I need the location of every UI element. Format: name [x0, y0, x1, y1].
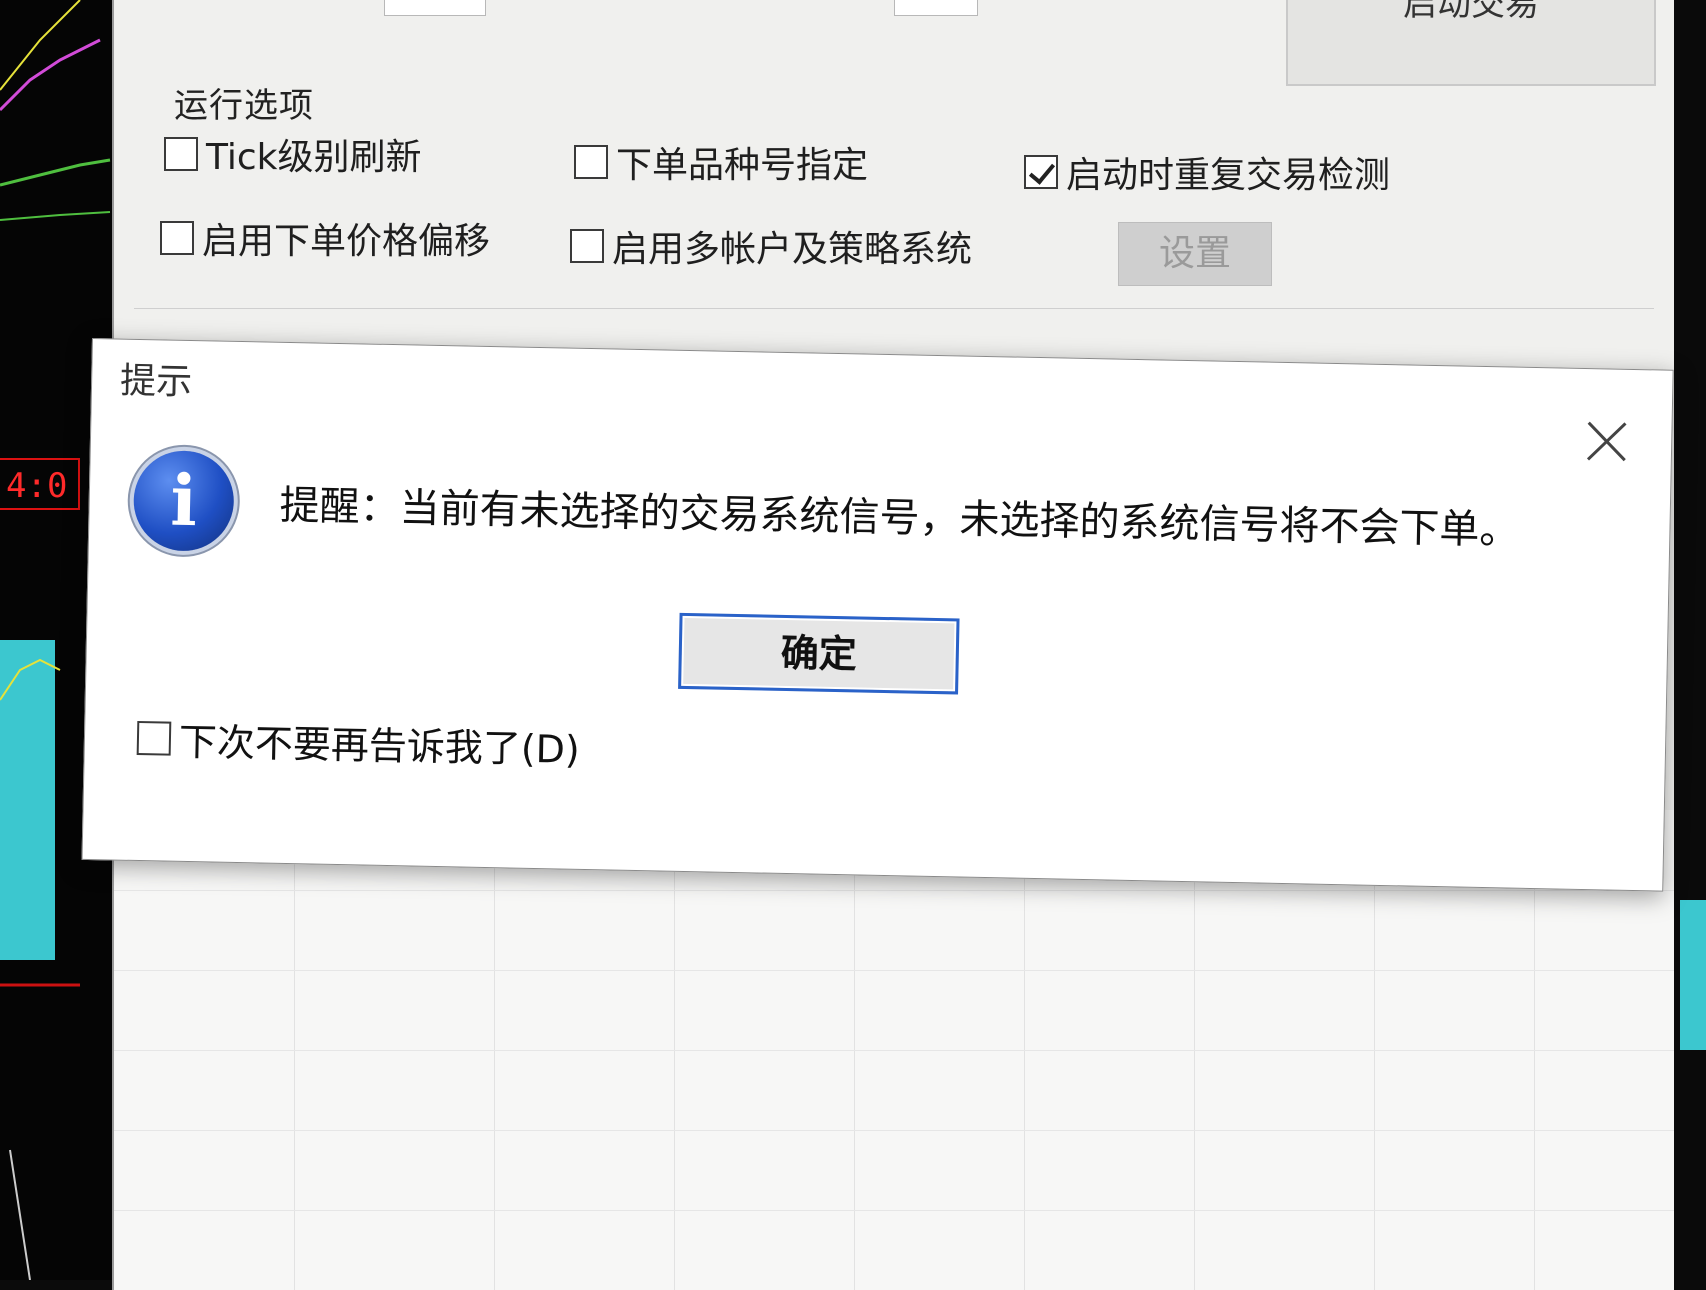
dont-tell-again-label: 下次不要再告诉我了(D) — [178, 719, 581, 772]
option-tick-refresh[interactable]: Tick级别刷新 — [164, 128, 422, 180]
checkbox[interactable] — [164, 137, 198, 171]
option-multi-account[interactable]: 启用多帐户及策略系统 — [570, 220, 972, 272]
option-label: 启用多帐户及策略系统 — [612, 229, 972, 270]
top-input[interactable] — [384, 0, 486, 16]
checkbox-checked[interactable] — [1024, 155, 1058, 189]
right-chart-strip — [1676, 0, 1706, 1280]
dialog-title: 提示 — [119, 360, 193, 404]
close-icon[interactable] — [1585, 419, 1630, 464]
message-dialog: 提示 i 提醒：当前有未选择的交易系统信号，未选择的系统信号将不会下单。 确定 … — [81, 338, 1674, 892]
info-icon: i — [132, 449, 235, 552]
checkbox[interactable] — [570, 229, 604, 263]
grid-line — [114, 970, 1674, 971]
ok-button[interactable]: 确定 — [678, 612, 960, 695]
divider — [134, 308, 1654, 309]
grid-line — [114, 1130, 1674, 1131]
grid-line — [114, 1050, 1674, 1051]
checkbox[interactable] — [160, 221, 194, 255]
dont-tell-again-checkbox[interactable] — [136, 720, 172, 756]
dont-tell-again-option[interactable]: 下次不要再告诉我了(D) — [136, 710, 580, 774]
settings-button[interactable]: 设置 — [1118, 222, 1272, 286]
dialog-message: 提醒：当前有未选择的交易系统信号，未选择的系统信号将不会下单。 — [279, 482, 1520, 554]
option-label: 下单品种号指定 — [616, 145, 869, 186]
grid-line — [114, 890, 1674, 891]
checkbox[interactable] — [574, 145, 608, 179]
option-order-symbol[interactable]: 下单品种号指定 — [574, 136, 868, 188]
grid-line — [114, 1210, 1674, 1211]
run-options-title: 运行选项 — [174, 86, 314, 126]
option-duplicate-check[interactable]: 启动时重复交易检测 — [1024, 146, 1390, 198]
option-label: Tick级别刷新 — [206, 137, 422, 178]
top-input[interactable] — [894, 0, 978, 16]
start-trading-button[interactable]: 启动交易 — [1286, 0, 1656, 86]
option-label: 启用下单价格偏移 — [202, 221, 491, 262]
chart-bar — [1680, 900, 1706, 1050]
option-label: 启动时重复交易检测 — [1066, 155, 1391, 196]
time-readout: 4:0 — [0, 458, 80, 510]
option-price-offset[interactable]: 启用下单价格偏移 — [160, 212, 490, 264]
